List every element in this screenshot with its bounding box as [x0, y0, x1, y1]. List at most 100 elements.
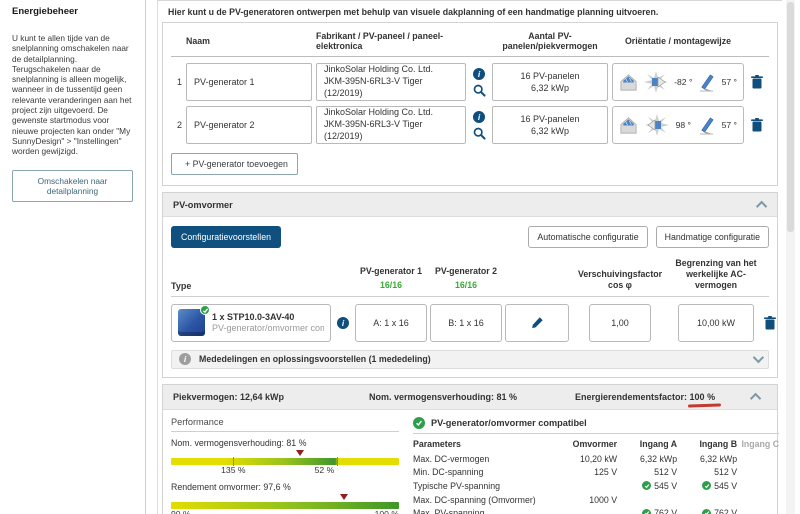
panel-model: JKM-395N-6RL3-V Tiger (12/2019) — [324, 76, 423, 98]
check-icon — [702, 508, 712, 514]
info-icon[interactable]: i — [473, 110, 485, 123]
parameter-row: Min. DC-spanning 125 V 512 V 512 V — [413, 467, 738, 478]
compatibility-title: PV-generator/omvormer compatibel — [413, 414, 780, 434]
delete-generator-icon[interactable] — [748, 75, 766, 89]
orientation-field[interactable]: -82 ° 57 ° — [612, 63, 744, 101]
messages-bar[interactable]: i Mededelingen en oplossingsvoorstellen … — [171, 349, 769, 369]
panel-count-field[interactable]: 16 PV-panelen 6,32 kWp — [492, 63, 608, 101]
panel-select[interactable]: JinkoSolar Holding Co. Ltd. JKM-395N-6RL… — [316, 63, 466, 101]
tilt-icon — [698, 116, 715, 135]
intro-text: Hier kunt u de PV-generatoren ontwerpen … — [168, 7, 659, 17]
expand-chevron-icon[interactable] — [752, 352, 765, 364]
peak-power: 6,32 kWp — [530, 83, 570, 93]
inverter-row: 1 x STP10.0-3AV-40 PV-generator/omvormer… — [171, 303, 776, 342]
performance-panel: Performance Nom. vermogensverhouding: 81… — [171, 414, 399, 514]
delete-generator-icon[interactable] — [748, 118, 766, 132]
panel-count-field[interactable]: 16 PV-panelen 6,32 kWp — [492, 106, 608, 144]
edit-configuration-button[interactable] — [505, 303, 569, 342]
inverter-compat-status: PV-generator/omvormer compatibel — [212, 322, 324, 333]
house-icon — [619, 116, 638, 135]
bar1-label: Nom. vermogensverhouding: 81 % — [171, 437, 307, 448]
azimuth-value: 98 ° — [675, 120, 691, 130]
cos-phi-field[interactable]: 1,00 — [589, 303, 651, 342]
automatic-configuration-button[interactable]: Automatische configuratie — [528, 226, 648, 248]
pv-generator-table-card: Naam Fabrikant / PV-paneel / paneel-elek… — [162, 22, 778, 186]
sidebar-title: Energiebeheer — [12, 6, 78, 17]
header-aantal: Aantal PV-panelen/piekvermogen — [502, 31, 598, 51]
gen1-column-header: PV-generator 1 16/16 — [355, 266, 427, 291]
search-icon[interactable] — [473, 84, 486, 97]
panel-select[interactable]: JinkoSolar Holding Co. Ltd. JKM-395N-6RL… — [316, 106, 466, 144]
parameter-row: Typische PV-spanning 545 V 545 V — [413, 480, 738, 491]
add-generator-button[interactable]: + PV-generator toevoegen — [171, 153, 298, 175]
check-icon — [702, 481, 712, 491]
manufacturer-name: JinkoSolar Holding Co. Ltd. — [324, 64, 434, 75]
row-number: 1 — [176, 77, 182, 87]
inverter-section-title: PV-omvormer — [173, 199, 233, 210]
check-icon — [642, 481, 652, 491]
main-content: Hier kunt u de PV-generatoren ontwerpen … — [158, 0, 782, 514]
summary-bar: Piekvermogen: 12,64 kWp Nom. vermogensve… — [163, 384, 777, 410]
tilt-value: 57 ° — [721, 120, 737, 130]
inverter-image — [178, 305, 210, 337]
generator-name-input[interactable]: PV-generator 2 — [186, 106, 312, 144]
azimuth-value: -82 ° — [674, 77, 693, 87]
header-fabrikant: Fabrikant / PV-paneel / paneel-elektroni… — [316, 31, 444, 51]
ac-limit-column-header: Begrenzing van het werkelijke AC-vermoge… — [675, 258, 757, 290]
panel-count: 16 PV-panelen — [520, 113, 580, 124]
nominal-ratio-bar — [171, 449, 399, 466]
info-icon[interactable]: i — [337, 316, 349, 329]
generator-table-header: Naam Fabrikant / PV-paneel / paneel-elek… — [171, 29, 769, 57]
azimuth-compass-icon — [644, 114, 669, 136]
gen2-column-header: PV-generator 2 16/16 — [430, 266, 502, 291]
inverter-type-box[interactable]: 1 x STP10.0-3AV-40 PV-generator/omvormer… — [171, 303, 331, 342]
cos-phi-column-header: Verschuivingsfactor cos φ — [577, 268, 663, 290]
orientation-field[interactable]: 98 ° 57 ° — [612, 106, 744, 144]
configuration-proposals-button[interactable]: Configuratievoorstellen — [171, 226, 281, 248]
bar-marker-icon — [296, 449, 305, 456]
performance-title: Performance — [171, 414, 399, 432]
inverter-section-header: PV-omvormer — [163, 193, 777, 217]
energy-factor-summary: Energierendementsfactor: 100 % — [575, 391, 716, 402]
info-icon: i — [179, 353, 191, 366]
generator-row-1: 1 PV-generator 1 JinkoSolar Holding Co. … — [171, 63, 769, 101]
sidebar: Energiebeheer U kunt te allen tijde van … — [0, 0, 146, 514]
bar2-tick-labels: 90 % 100 % — [171, 508, 399, 514]
sidebar-description: U kunt te allen tijde van de snelplannin… — [12, 33, 132, 157]
compatible-badge-icon — [200, 305, 210, 316]
check-icon — [413, 416, 425, 429]
panel-count: 16 PV-panelen — [520, 70, 580, 81]
nominal-ratio-summary: Nom. vermogensverhouding: 81 % — [369, 391, 518, 402]
inverter-efficiency-bar — [171, 493, 399, 509]
input-b-field[interactable]: B: 1 x 16 — [430, 303, 502, 342]
sidebar-scrollbar-track[interactable] — [146, 0, 158, 514]
input-a-field[interactable]: A: 1 x 16 — [355, 303, 427, 342]
peak-power: 6,32 kWp — [530, 126, 570, 136]
peak-power-summary: Piekvermogen: 12,64 kWp — [173, 391, 285, 402]
info-icon[interactable]: i — [473, 67, 485, 80]
messages-label: Mededelingen en oplossingsvoorstellen (1… — [199, 354, 431, 365]
generator-name-input[interactable]: PV-generator 1 — [186, 63, 312, 101]
bar-marker-icon — [339, 493, 348, 500]
header-orientatie: Oriëntatie / montagewijze — [624, 36, 732, 46]
manual-configuration-button[interactable]: Handmatige configuratie — [655, 226, 769, 248]
pv-inverter-card: PV-omvormer Configuratievoorstellen Auto… — [162, 192, 778, 378]
main-scrollbar-thumb[interactable] — [787, 2, 794, 232]
panel-model: JKM-395N-6RL3-V Tiger (12/2019) — [324, 119, 423, 141]
compatibility-panel: PV-generator/omvormer compatibel Paramet… — [413, 414, 780, 514]
main-scrollbar-track[interactable] — [786, 0, 795, 514]
search-icon[interactable] — [473, 127, 486, 140]
energy-factor-value: 100 % — [689, 391, 716, 402]
ac-limit-field[interactable]: 10,00 kW — [678, 303, 754, 342]
bar2-label: Rendement omvormer: 97,6 % — [171, 481, 291, 492]
parameter-table-header: Parameters Omvormer Ingang A Ingang B In… — [413, 438, 780, 449]
gen2-string-count: 16/16 — [454, 279, 477, 290]
parameter-table: Parameters Omvormer Ingang A Ingang B In… — [413, 436, 779, 514]
type-column-label: Type — [171, 280, 192, 291]
delete-inverter-icon[interactable] — [764, 315, 776, 330]
parameter-row: Max. PV-spanning 762 V 762 V — [413, 506, 779, 514]
collapse-chevron-icon[interactable] — [755, 200, 768, 212]
switch-to-detail-planning-button[interactable]: Omschakelen naar detailplanning — [12, 170, 133, 203]
azimuth-compass-icon — [644, 71, 669, 93]
inverter-model: 1 x STP10.0-3AV-40 — [212, 311, 295, 322]
